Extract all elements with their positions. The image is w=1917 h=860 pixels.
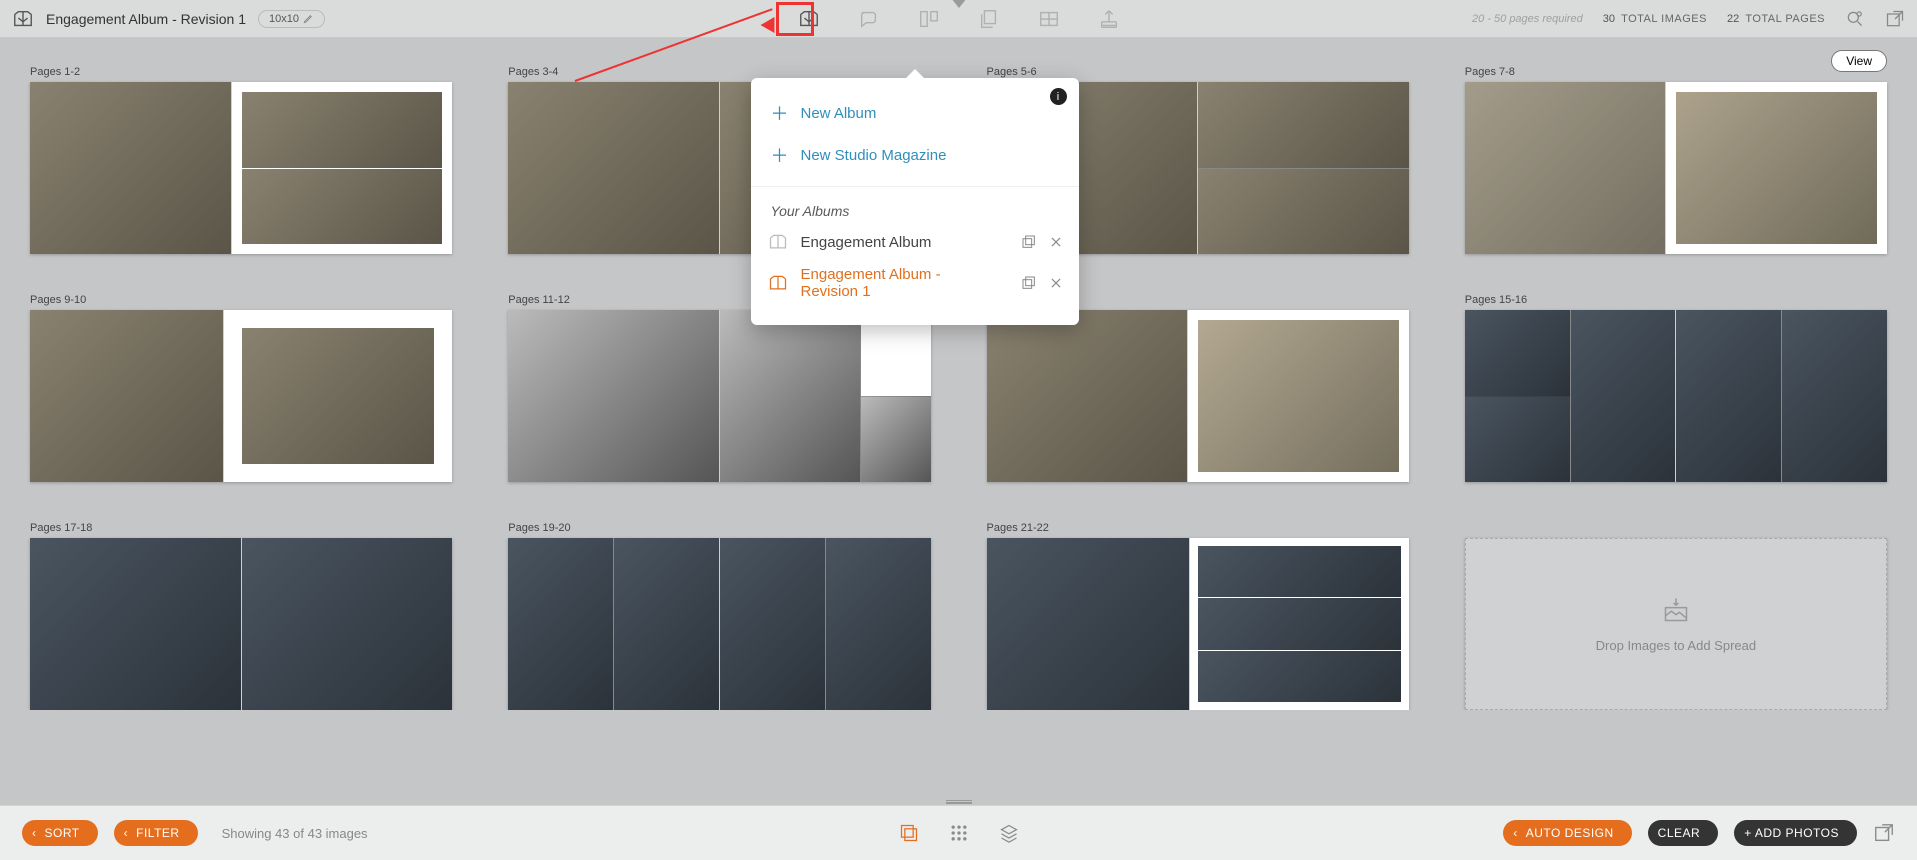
close-icon[interactable]	[1049, 235, 1063, 249]
canvas-area: View Pages 1-2 Pages 3-4 Pages 5-6 Pages…	[0, 38, 1917, 710]
view-button[interactable]: View	[1831, 50, 1887, 72]
plus-icon: ＋	[771, 142, 789, 168]
pencil-icon	[303, 13, 314, 24]
album-row[interactable]: Engagement Album - Revision 1	[751, 259, 1079, 307]
album-row[interactable]: Engagement Album	[751, 225, 1079, 259]
spread-cell[interactable]: Pages 7-8	[1465, 66, 1887, 254]
new-magazine-label: New Studio Magazine	[801, 147, 947, 164]
album-icon	[767, 232, 789, 252]
top-bar: Engagement Album - Revision 1 10x10 20 -…	[0, 0, 1917, 38]
bottom-right: ‹AUTO DESIGN CLEAR + ADD PHOTOS	[1503, 820, 1895, 846]
size-label: 10x10	[269, 13, 299, 25]
drag-handle-icon[interactable]	[946, 800, 972, 804]
spread-cell[interactable]: Pages 15-16	[1465, 294, 1887, 482]
spread-cell[interactable]: Pages 17-18	[30, 522, 452, 710]
expand-icon[interactable]	[1873, 822, 1895, 844]
bottom-center-icons	[899, 823, 1019, 843]
duplicate-icon[interactable]	[1021, 275, 1037, 291]
popout-icon[interactable]	[1885, 9, 1905, 29]
spread-label: Pages 17-18	[30, 522, 452, 534]
search-icon[interactable]	[1845, 9, 1865, 29]
view-thumbnails-icon[interactable]	[899, 823, 919, 843]
drop-icon	[1659, 596, 1693, 624]
total-images-stat: 30 TOTAL IMAGES	[1603, 13, 1707, 25]
spread-cell[interactable]: Pages 1-2	[30, 66, 452, 254]
layers-icon[interactable]	[978, 8, 1000, 30]
auto-design-button[interactable]: ‹AUTO DESIGN	[1503, 820, 1631, 846]
empty-spread-label: Drop Images to Add Spread	[1596, 638, 1756, 653]
chevron-left-icon: ‹	[124, 826, 129, 840]
new-album-button[interactable]: ＋ New Album	[751, 92, 1079, 134]
albums-dropdown: i ＋ New Album ＋ New Studio Magazine Your…	[751, 78, 1079, 325]
chat-icon[interactable]	[858, 8, 880, 30]
album-row-label: Engagement Album	[801, 234, 932, 251]
album-row-label: Engagement Album - Revision 1	[801, 266, 997, 300]
spread-label: Pages 3-4	[508, 66, 930, 78]
spread-label: Pages 1-2	[30, 66, 452, 78]
filter-button[interactable]: ‹FILTER	[114, 820, 198, 846]
sort-button[interactable]: ‹SORT	[22, 820, 98, 846]
album-icon	[12, 8, 34, 30]
spread-label: Pages 7-8	[1465, 66, 1887, 78]
spread-label: Pages 5-6	[987, 66, 1409, 78]
image-count-status: Showing 43 of 43 images	[222, 826, 368, 841]
spread-cell[interactable]: Pages 19-20	[508, 522, 930, 710]
total-pages-stat: 22 TOTAL PAGES	[1727, 13, 1825, 25]
spread-label: Pages 19-20	[508, 522, 930, 534]
view-stack-icon[interactable]	[999, 823, 1019, 843]
plus-icon: ＋	[771, 100, 789, 126]
chevron-left-icon: ‹	[32, 826, 37, 840]
close-icon[interactable]	[1049, 276, 1063, 290]
top-left: Engagement Album - Revision 1 10x10	[12, 8, 325, 30]
albums-menu-icon[interactable]	[798, 8, 820, 30]
clear-button[interactable]: CLEAR	[1648, 820, 1719, 846]
top-center-icons	[798, 8, 1120, 30]
spread-label: Pages 15-16	[1465, 294, 1887, 306]
info-icon[interactable]: i	[1050, 88, 1067, 105]
export-icon[interactable]	[1098, 8, 1120, 30]
dropdown-section-title: Your Albums	[751, 197, 1079, 225]
spread-cell[interactable]: Pages 21-22	[987, 522, 1409, 710]
duplicate-icon[interactable]	[1021, 234, 1037, 250]
top-right-stats: 20 - 50 pages required 30 TOTAL IMAGES 2…	[1472, 9, 1905, 29]
divider	[751, 186, 1079, 187]
spread-label: Pages 9-10	[30, 294, 452, 306]
new-album-label: New Album	[801, 105, 877, 122]
grid-icon[interactable]	[1038, 8, 1060, 30]
view-grid-icon[interactable]	[949, 823, 969, 843]
empty-spread[interactable]: Drop Images to Add Spread	[1465, 522, 1887, 710]
album-title: Engagement Album - Revision 1	[46, 11, 246, 27]
album-icon	[767, 273, 789, 293]
bottom-bar: ‹SORT ‹FILTER Showing 43 of 43 images ‹A…	[0, 805, 1917, 860]
chevron-left-icon: ‹	[1513, 826, 1518, 840]
columns-icon[interactable]	[918, 8, 940, 30]
size-pill[interactable]: 10x10	[258, 10, 325, 28]
spread-cell[interactable]: Pages 9-10	[30, 294, 452, 482]
new-magazine-button[interactable]: ＋ New Studio Magazine	[751, 134, 1079, 176]
pages-required: 20 - 50 pages required	[1472, 13, 1583, 25]
spread-label: Pages 21-22	[987, 522, 1409, 534]
spread-label	[1465, 522, 1887, 534]
add-photos-button[interactable]: + ADD PHOTOS	[1734, 820, 1857, 846]
